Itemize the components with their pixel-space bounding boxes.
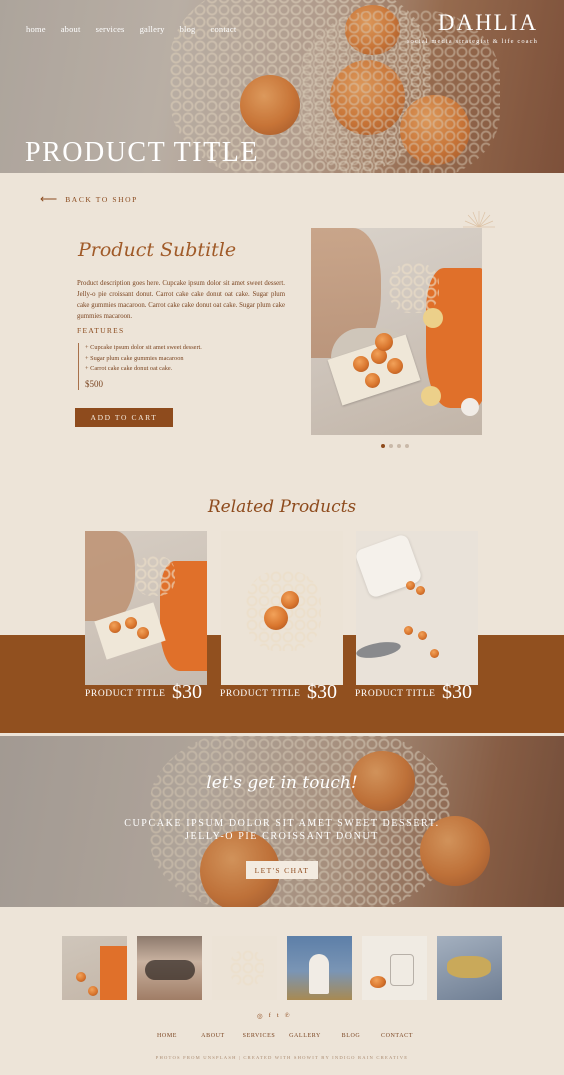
- footer-credit: PHOTOS FROM UNSPLASH | CREATED WITH SHOW…: [155, 1055, 409, 1060]
- gallery-image[interactable]: [137, 936, 202, 1000]
- feature-item: + Sugar plum cake gummies macaroon: [85, 354, 184, 362]
- carousel-dot[interactable]: [405, 444, 409, 448]
- gallery-image[interactable]: [212, 936, 277, 1000]
- nav-gallery[interactable]: gallery: [140, 24, 165, 34]
- product-price: $500: [85, 379, 103, 389]
- contact-line: JELLY-O PIE CROISSANT DONUT: [185, 831, 379, 842]
- contact-heading: let's get in touch!: [206, 773, 358, 793]
- back-to-shop-link[interactable]: ⟵ BACK TO SHOP: [40, 192, 138, 207]
- related-price: $30: [172, 681, 202, 703]
- lets-chat-button[interactable]: LET'S CHAT: [246, 861, 318, 879]
- related-title[interactable]: PRODUCT TITLE: [85, 689, 166, 699]
- product-image[interactable]: [311, 228, 482, 435]
- footer-nav-contact[interactable]: CONTACT: [374, 1033, 420, 1039]
- social-icons: ◎ f t ℗: [257, 1012, 290, 1020]
- nav-blog[interactable]: blog: [180, 24, 196, 34]
- related-price: $30: [442, 681, 472, 703]
- brand-tagline: social media strategist & life coach: [406, 38, 538, 45]
- footer-nav: HOME ABOUT SERVICES GALLERY BLOG CONTACT: [0, 1033, 564, 1039]
- instagram-icon[interactable]: ◎: [257, 1012, 263, 1020]
- carousel-dot[interactable]: [381, 444, 385, 448]
- brand-name: DAHLIA: [437, 10, 538, 35]
- related-price: $30: [307, 681, 337, 703]
- arrow-left-icon: ⟵: [40, 192, 58, 206]
- nav-home[interactable]: home: [26, 24, 46, 34]
- nav-about[interactable]: about: [61, 24, 81, 34]
- related-title[interactable]: PRODUCT TITLE: [355, 689, 436, 699]
- carousel-dots: [381, 444, 409, 448]
- carousel-dot[interactable]: [389, 444, 393, 448]
- top-nav: home about services gallery blog contact: [26, 24, 236, 34]
- instagram-gallery: [62, 936, 502, 1000]
- brand-logo[interactable]: DAHLIA social media strategist & life co…: [407, 10, 538, 45]
- gallery-image[interactable]: [62, 936, 127, 1000]
- footer-nav-about[interactable]: ABOUT: [190, 1033, 236, 1039]
- features-heading: FEATURES: [77, 326, 125, 335]
- footer-nav-blog[interactable]: BLOG: [328, 1033, 374, 1039]
- page-title: PRODUCT TITLE: [25, 137, 259, 168]
- feature-item: + Carrot cake cake donut oat cake.: [85, 365, 173, 372]
- footer-nav-services[interactable]: SERVICES: [236, 1033, 282, 1039]
- feature-item: + Cupcake ipsum dolor sit amet sweet des…: [85, 344, 202, 351]
- gallery-image[interactable]: [362, 936, 427, 1000]
- related-card-1[interactable]: [85, 531, 207, 685]
- related-heading: Related Products: [207, 497, 357, 517]
- pinterest-icon[interactable]: ℗: [285, 1012, 290, 1020]
- footer-nav-home[interactable]: HOME: [144, 1033, 190, 1039]
- footer-nav-gallery[interactable]: GALLERY: [282, 1033, 328, 1039]
- product-subtitle: Product Subtitle: [78, 239, 237, 261]
- back-label: BACK TO SHOP: [65, 195, 138, 204]
- contact-line: CUPCAKE IPSUM DOLOR SIT AMET SWEET DESSE…: [124, 818, 440, 829]
- related-title[interactable]: PRODUCT TITLE: [220, 689, 301, 699]
- related-card-3[interactable]: [356, 531, 478, 685]
- facebook-icon[interactable]: f: [269, 1012, 271, 1020]
- twitter-icon[interactable]: t: [277, 1012, 279, 1020]
- carousel-dot[interactable]: [397, 444, 401, 448]
- gallery-image[interactable]: [287, 936, 352, 1000]
- related-card-2[interactable]: [221, 531, 343, 685]
- contact-copy: CUPCAKE IPSUM DOLOR SIT AMET SWEET DESSE…: [0, 817, 564, 843]
- product-description: Product description goes here. Cupcake i…: [77, 280, 285, 320]
- nav-services[interactable]: services: [96, 24, 125, 34]
- add-to-cart-button[interactable]: ADD TO CART: [75, 408, 173, 427]
- nav-contact[interactable]: contact: [210, 24, 236, 34]
- gallery-image[interactable]: [437, 936, 502, 1000]
